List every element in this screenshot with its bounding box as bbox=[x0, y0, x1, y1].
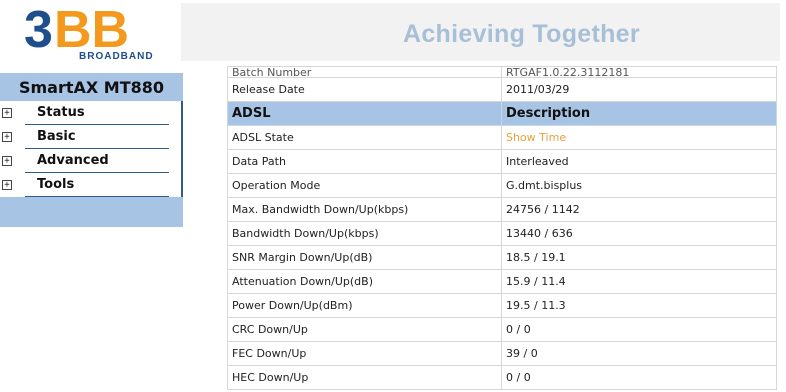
page-header: 3 BB BROADBAND Achieving Together bbox=[0, 0, 786, 66]
row-label: Operation Mode bbox=[227, 173, 502, 198]
table-row: FEC Down/Up 39 / 0 bbox=[227, 341, 777, 366]
table-row: ADSL State Show Time bbox=[227, 125, 777, 150]
row-value: RTGAF1.0.22.3112181 bbox=[501, 66, 777, 78]
3bb-logo: 3 BB BROADBAND bbox=[24, 3, 154, 61]
row-label: Release Date bbox=[227, 77, 502, 102]
table-row: CRC Down/Up 0 / 0 bbox=[227, 317, 777, 342]
table-row: Bandwidth Down/Up(kbps) 13440 / 636 bbox=[227, 221, 777, 246]
sidebar-item-advanced[interactable]: + Advanced bbox=[0, 149, 170, 173]
table-row: Power Down/Up(dBm) 19.5 / 11.3 bbox=[227, 293, 777, 318]
column-header-description: Description bbox=[501, 101, 777, 126]
sidebar-item-label[interactable]: Status bbox=[37, 105, 85, 120]
row-label: ADSL State bbox=[227, 125, 502, 150]
svg-text:3: 3 bbox=[24, 3, 53, 59]
adsl-state-value: Show Time bbox=[501, 125, 777, 150]
row-label: CRC Down/Up bbox=[227, 317, 502, 342]
row-value: 24756 / 1142 bbox=[501, 197, 777, 222]
row-value: 0 / 0 bbox=[501, 317, 777, 342]
row-label: Attenuation Down/Up(dB) bbox=[227, 269, 502, 294]
table-row: Operation Mode G.dmt.bisplus bbox=[227, 173, 777, 198]
sidebar-item-label[interactable]: Tools bbox=[37, 177, 74, 192]
sidebar-item-basic[interactable]: + Basic bbox=[0, 125, 170, 149]
plus-box-icon[interactable]: + bbox=[2, 108, 12, 118]
sidebar-footer bbox=[0, 197, 183, 227]
sidebar-item-tools[interactable]: + Tools bbox=[0, 173, 170, 197]
row-label: Bandwidth Down/Up(kbps) bbox=[227, 221, 502, 246]
row-label: SNR Margin Down/Up(dB) bbox=[227, 245, 502, 270]
sidebar-item-label[interactable]: Advanced bbox=[37, 153, 109, 168]
row-value: 19.5 / 11.3 bbox=[501, 293, 777, 318]
device-title: SmartAX MT880 bbox=[0, 73, 183, 101]
row-value: G.dmt.bisplus bbox=[501, 173, 777, 198]
plus-box-icon[interactable]: + bbox=[2, 132, 12, 142]
table-row: Max. Bandwidth Down/Up(kbps) 24756 / 114… bbox=[227, 197, 777, 222]
sidebar-item-label[interactable]: Basic bbox=[37, 129, 76, 144]
plus-box-icon[interactable]: + bbox=[2, 180, 12, 190]
row-label: FEC Down/Up bbox=[227, 341, 502, 366]
row-label: Data Path bbox=[227, 149, 502, 174]
plus-box-icon[interactable]: + bbox=[2, 156, 12, 166]
row-label: Batch Number bbox=[227, 66, 502, 78]
row-value: 18.5 / 19.1 bbox=[501, 245, 777, 270]
table-row: Data Path Interleaved bbox=[227, 149, 777, 174]
row-label: HEC Down/Up bbox=[227, 365, 502, 390]
table-row: Batch Number RTGAF1.0.22.3112181 bbox=[227, 66, 777, 78]
row-label: Power Down/Up(dBm) bbox=[227, 293, 502, 318]
row-value: 0 / 0 bbox=[501, 365, 777, 390]
tagline: Achieving Together bbox=[403, 20, 640, 48]
row-value: 2011/03/29 bbox=[501, 77, 777, 102]
table-row: Attenuation Down/Up(dB) 15.9 / 11.4 bbox=[227, 269, 777, 294]
row-value: Interleaved bbox=[501, 149, 777, 174]
sidebar-menu: + Status + Basic + Advanced + Tools bbox=[0, 101, 183, 197]
adsl-status-table: Batch Number RTGAF1.0.22.3112181 Release… bbox=[227, 66, 777, 390]
svg-text:BROADBAND: BROADBAND bbox=[79, 51, 154, 61]
row-value: 15.9 / 11.4 bbox=[501, 269, 777, 294]
row-value: 13440 / 636 bbox=[501, 221, 777, 246]
sidebar-item-status[interactable]: + Status bbox=[0, 101, 170, 125]
table-row: Release Date 2011/03/29 bbox=[227, 77, 777, 102]
table-section-header: ADSL Description bbox=[227, 101, 777, 126]
column-header-adsl: ADSL bbox=[227, 101, 502, 126]
table-row: SNR Margin Down/Up(dB) 18.5 / 19.1 bbox=[227, 245, 777, 270]
row-value: 39 / 0 bbox=[501, 341, 777, 366]
table-row: HEC Down/Up 0 / 0 bbox=[227, 365, 777, 390]
row-label: Max. Bandwidth Down/Up(kbps) bbox=[227, 197, 502, 222]
